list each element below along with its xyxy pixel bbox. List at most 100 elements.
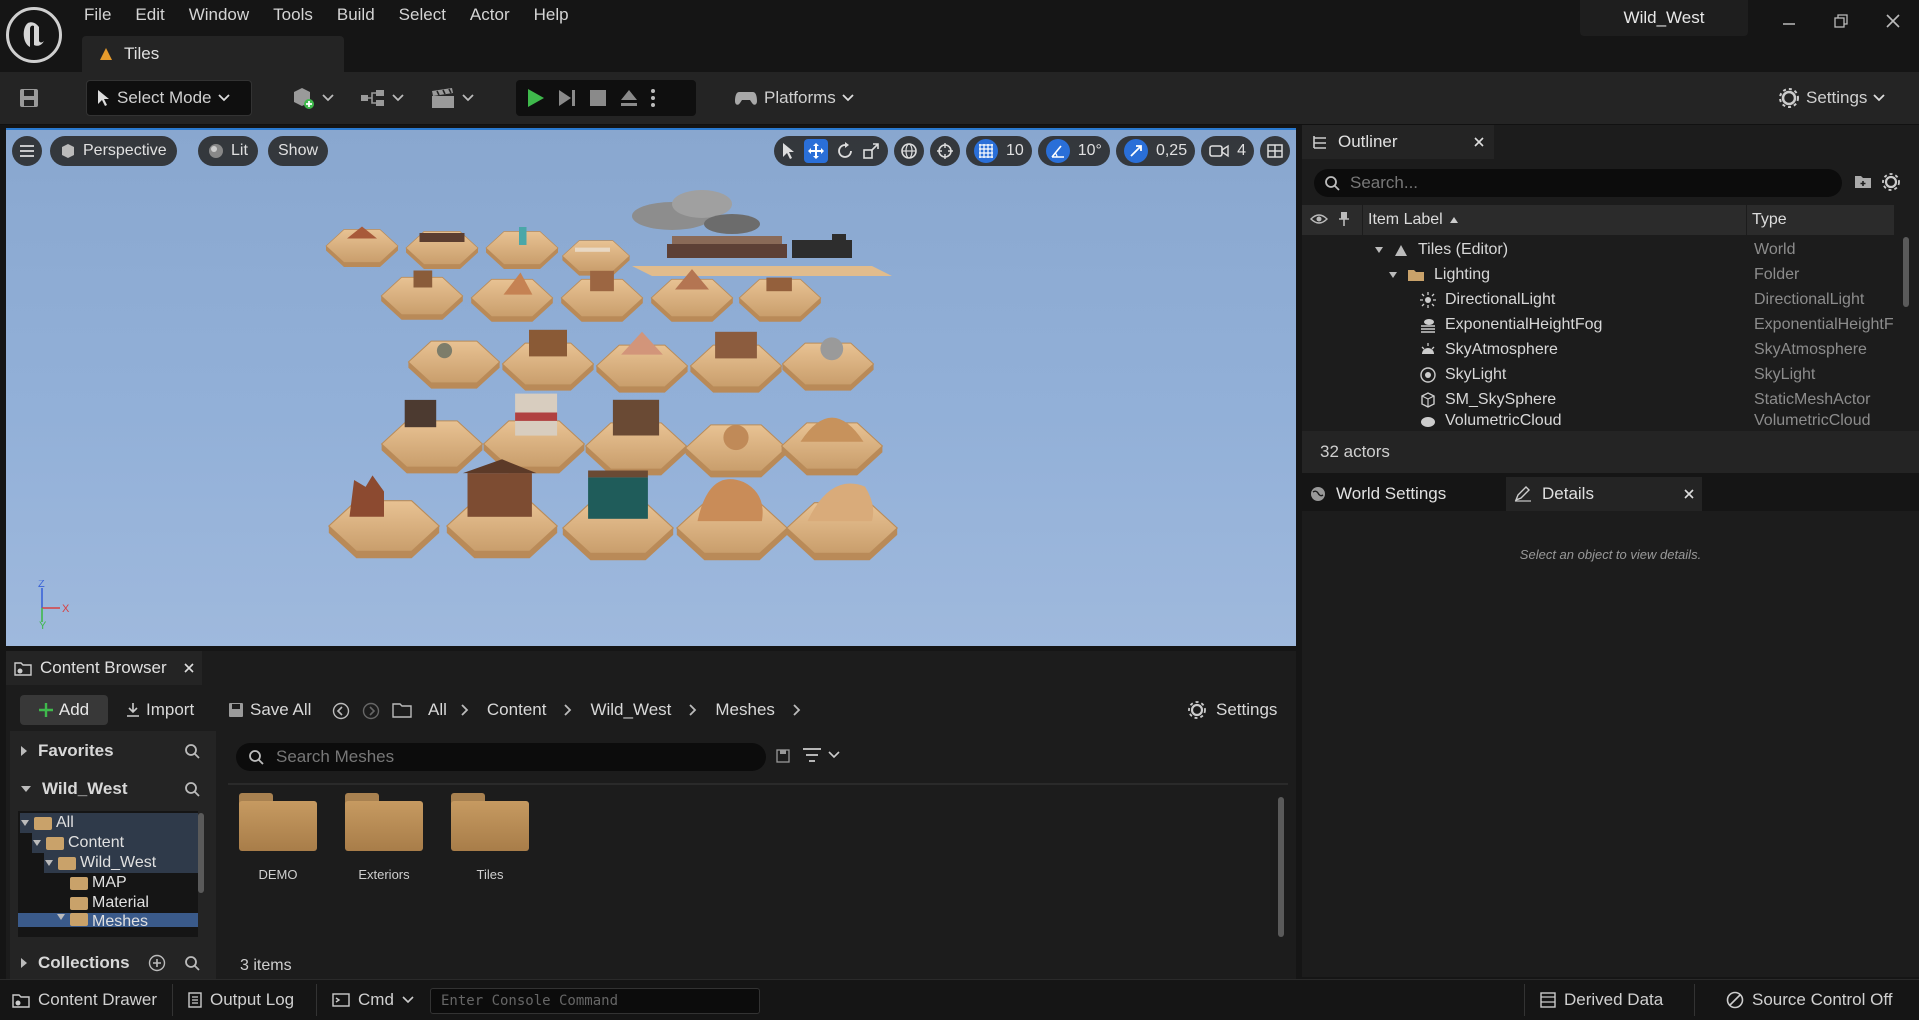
outliner-row-actor[interactable]: SM_SkySphere StaticMeshActor [1302, 387, 1902, 412]
breadcrumb-meshes[interactable]: Meshes [703, 700, 787, 720]
menu-tools[interactable]: Tools [261, 0, 325, 30]
surface-snap-button[interactable] [929, 136, 960, 166]
menu-edit[interactable]: Edit [123, 0, 176, 30]
select-mode-dropdown[interactable]: Select Mode [86, 80, 252, 116]
back-icon[interactable] [332, 702, 350, 720]
asset-folder-demo[interactable]: DEMO [230, 793, 326, 882]
visibility-eye-icon[interactable] [1310, 213, 1328, 225]
asset-scrollbar[interactable] [1278, 797, 1284, 937]
close-icon[interactable] [1474, 137, 1484, 147]
move-tool-icon[interactable] [803, 139, 828, 163]
rotate-tool-icon[interactable] [836, 142, 854, 160]
pin-icon[interactable] [1338, 211, 1350, 227]
details-tab[interactable]: Details [1506, 477, 1702, 511]
camera-speed-button[interactable]: 4 [1201, 136, 1254, 166]
menu-file[interactable]: File [72, 0, 123, 30]
outliner-settings-icon[interactable] [1882, 173, 1900, 191]
tree-scrollbar[interactable] [198, 813, 204, 893]
menu-help[interactable]: Help [522, 0, 581, 30]
tree-item-meshes[interactable]: Meshes [18, 913, 198, 927]
favorites-section[interactable]: Favorites [10, 735, 216, 767]
outliner-search-input[interactable]: Search... [1314, 169, 1842, 197]
content-drawer-button[interactable]: Content Drawer [2, 980, 167, 1020]
outliner-row-actor[interactable]: ExponentialHeightFog ExponentialHeightF [1302, 312, 1902, 337]
derived-data-button[interactable]: Derived Data [1530, 980, 1673, 1020]
import-button[interactable]: Import [126, 695, 194, 725]
blueprints-button[interactable] [360, 80, 404, 116]
more-options-icon[interactable] [650, 87, 656, 109]
add-button[interactable]: Add [20, 695, 108, 725]
perspective-button[interactable]: Perspective [50, 136, 177, 166]
content-browser-tab[interactable]: Content Browser [6, 651, 202, 685]
outliner-row-world[interactable]: Tiles (Editor) World [1302, 237, 1902, 262]
item-label-column[interactable]: Item Label [1368, 211, 1459, 229]
grid-snap-button[interactable]: 10 [965, 136, 1032, 166]
select-tool-icon[interactable] [782, 142, 796, 160]
level-tab[interactable]: Tiles [82, 36, 344, 72]
breadcrumb-content[interactable]: Content [475, 700, 559, 720]
close-icon[interactable] [184, 663, 194, 673]
source-control-button[interactable]: Source Control Off [1716, 980, 1902, 1020]
content-browser-settings-button[interactable]: Settings [1188, 695, 1277, 725]
close-icon[interactable] [1684, 489, 1694, 499]
cinematics-button[interactable] [430, 80, 474, 116]
console-command-input[interactable]: Enter Console Command [430, 988, 760, 1014]
type-column-header[interactable]: Type [1752, 211, 1787, 229]
view-mode-button[interactable]: Lit [198, 136, 258, 166]
search-icon[interactable] [184, 955, 200, 971]
tree-item-material[interactable]: Material [70, 893, 198, 913]
scale-snap-button[interactable]: 0,25 [1115, 136, 1196, 166]
add-collection-icon[interactable] [148, 954, 166, 972]
restore-button[interactable] [1816, 0, 1866, 42]
collections-section[interactable]: Collections [10, 947, 216, 979]
menu-build[interactable]: Build [325, 0, 387, 30]
filter-button[interactable] [802, 747, 840, 763]
cmd-dropdown[interactable]: Cmd [322, 980, 424, 1020]
menu-actor[interactable]: Actor [458, 0, 522, 30]
eject-icon[interactable] [618, 87, 640, 109]
show-button[interactable]: Show [268, 136, 329, 166]
settings-dropdown[interactable]: Settings [1778, 80, 1886, 116]
outliner-row-actor[interactable]: SkyLight SkyLight [1302, 362, 1902, 387]
asset-folder-tiles[interactable]: Tiles [442, 793, 538, 882]
menu-select[interactable]: Select [387, 0, 458, 30]
outliner-scrollbar[interactable] [1903, 237, 1909, 307]
outliner-row-actor[interactable]: SkyAtmosphere SkyAtmosphere [1302, 337, 1902, 362]
search-icon[interactable] [184, 781, 200, 797]
world-space-button[interactable] [893, 136, 924, 166]
save-button[interactable] [18, 80, 40, 116]
menu-window[interactable]: Window [177, 0, 261, 30]
forward-icon[interactable] [362, 702, 380, 720]
minimize-button[interactable] [1764, 0, 1814, 42]
unreal-logo[interactable] [6, 7, 62, 63]
level-viewport[interactable]: Perspective Lit Show 10 10° 0,25 4 Z X Y [6, 128, 1296, 646]
save-all-button[interactable]: Save All [228, 695, 311, 725]
scale-tool-icon[interactable] [862, 142, 880, 160]
viewport-layout-button[interactable] [1260, 136, 1290, 166]
advance-frame-icon[interactable] [556, 87, 578, 109]
play-icon[interactable] [524, 87, 546, 109]
add-folder-icon[interactable] [1854, 173, 1872, 189]
breadcrumb-wild-west[interactable]: Wild_West [578, 700, 683, 720]
asset-search-input[interactable]: Search Meshes [236, 743, 766, 771]
outliner-row-folder[interactable]: Lighting Folder [1302, 262, 1902, 287]
output-log-button[interactable]: Output Log [178, 980, 304, 1020]
rotation-snap-button[interactable]: 10° [1037, 136, 1110, 166]
viewport-menu-button[interactable] [12, 136, 42, 166]
stop-icon[interactable] [588, 88, 608, 108]
outliner-row-actor[interactable]: VolumetricCloud VolumetricCloud [1302, 412, 1902, 429]
tree-item-map[interactable]: MAP [70, 873, 198, 893]
tree-item-all[interactable]: All [20, 813, 198, 833]
breadcrumb-all[interactable]: All [420, 700, 455, 720]
world-settings-tab[interactable]: World Settings [1302, 477, 1502, 511]
project-section[interactable]: Wild_West [10, 773, 216, 805]
asset-folder-exteriors[interactable]: Exteriors [336, 793, 432, 882]
outliner-tab[interactable]: Outliner [1302, 125, 1494, 159]
save-search-icon[interactable] [776, 749, 790, 763]
close-window-button[interactable] [1868, 0, 1918, 42]
platforms-dropdown[interactable]: Platforms [728, 80, 860, 116]
tree-item-content[interactable]: Content [32, 833, 198, 853]
search-icon[interactable] [184, 743, 200, 759]
outliner-row-actor[interactable]: DirectionalLight DirectionalLight [1302, 287, 1902, 312]
add-actor-button[interactable] [290, 80, 334, 116]
